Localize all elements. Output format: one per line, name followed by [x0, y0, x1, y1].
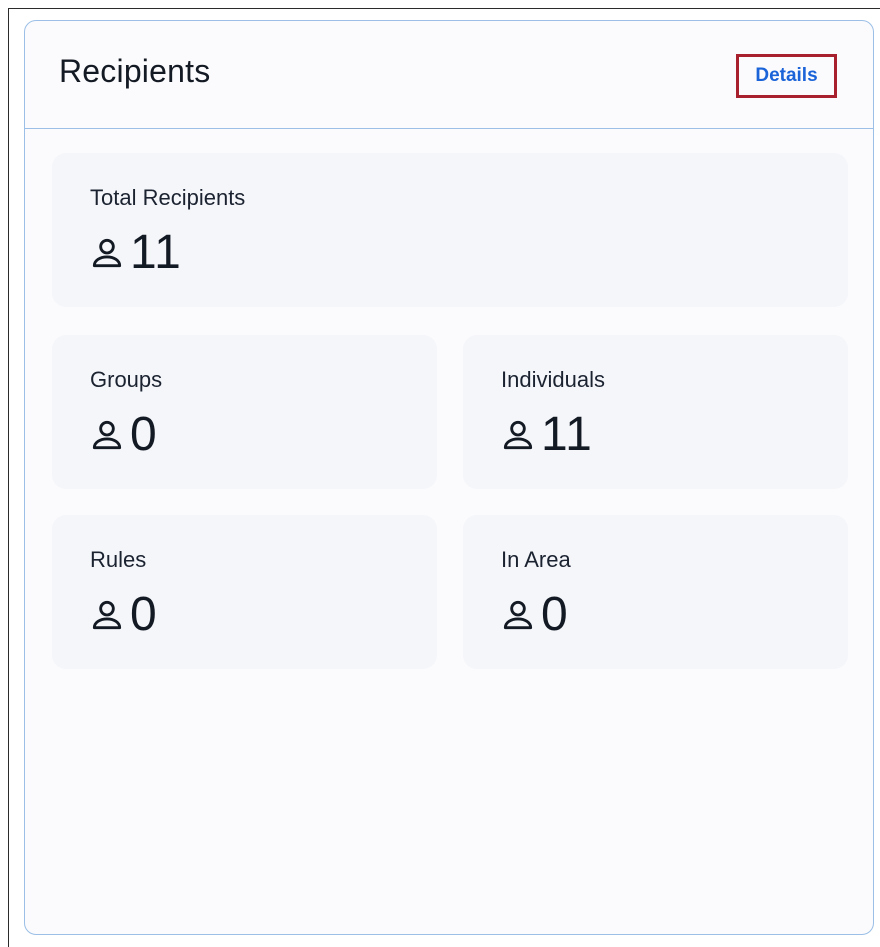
stat-label: In Area	[501, 547, 571, 572]
stat-value: 11	[541, 408, 593, 461]
person-icon	[92, 600, 122, 630]
person-icon	[503, 420, 533, 450]
card-title: Recipients	[59, 53, 211, 89]
stat-individuals: Individuals 11	[463, 335, 848, 489]
stat-value-row: 11	[88, 225, 182, 281]
stat-value-row: 0	[499, 587, 569, 643]
person-icon	[92, 238, 122, 268]
card-header: Recipients Details	[25, 21, 873, 129]
person-icon	[92, 420, 122, 450]
stat-value: 0	[130, 408, 158, 461]
stat-value-row: 0	[88, 587, 158, 643]
person-icon	[503, 600, 533, 630]
stat-label: Rules	[90, 547, 147, 572]
stat-label: Individuals	[501, 367, 605, 392]
stat-total-recipients: Total Recipients 11	[52, 153, 848, 307]
stat-groups: Groups 0	[52, 335, 437, 489]
stat-value-row: 0	[88, 407, 158, 463]
stat-value: 0	[541, 588, 569, 641]
recipients-card: Recipients Details Total Recipients 11 G…	[24, 20, 874, 935]
details-button[interactable]: Details	[736, 54, 837, 98]
stat-value-row: 11	[499, 407, 593, 463]
stat-value: 0	[130, 588, 158, 641]
stat-rules: Rules 0	[52, 515, 437, 669]
stat-in-area: In Area 0	[463, 515, 848, 669]
stat-label: Groups	[90, 367, 163, 392]
stat-label: Total Recipients	[90, 185, 246, 210]
stat-value: 11	[130, 226, 182, 279]
